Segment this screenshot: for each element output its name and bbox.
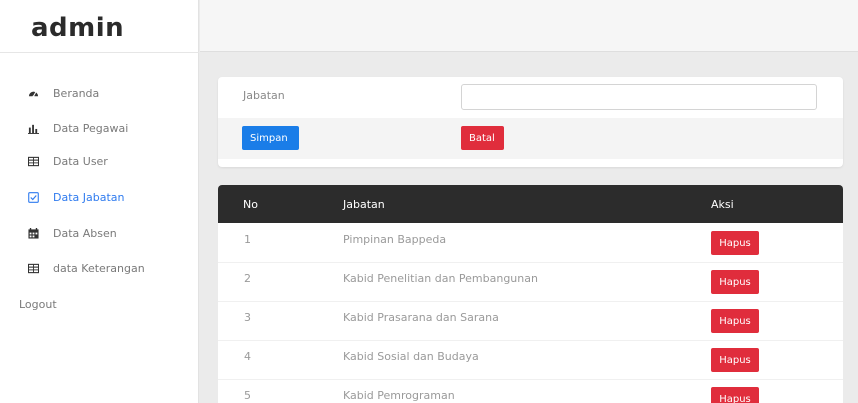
table-row: 4 Kabid Sosial dan Budaya Hapus (218, 340, 843, 380)
jabatan-table: No Jabatan Aksi 1 Pimpinan Bappeda Hapus… (218, 185, 843, 403)
divider (0, 52, 199, 53)
cancel-button[interactable]: Batal (461, 126, 504, 150)
jabatan-field-label: Jabatan (243, 89, 285, 102)
sidebar-item-label: Beranda (53, 86, 100, 100)
row-number: 2 (244, 272, 251, 285)
table-row: 1 Pimpinan Bappeda Hapus (218, 223, 843, 263)
sidebar-item-label: Data Jabatan (53, 190, 125, 204)
table-icon (27, 155, 39, 167)
logout-link[interactable]: Logout (0, 292, 199, 316)
row-jabatan: Kabid Penelitian dan Pembangunan (343, 272, 538, 285)
sidebar-item-label: data Keterangan (53, 261, 145, 275)
brand-logo[interactable]: admin (31, 13, 124, 43)
calendar-icon (27, 227, 39, 239)
row-jabatan: Kabid Sosial dan Budaya (343, 350, 479, 363)
form-actions (218, 118, 843, 159)
bar-chart-icon (27, 122, 39, 134)
delete-button[interactable]: Hapus (711, 231, 759, 255)
delete-button[interactable]: Hapus (711, 387, 759, 403)
delete-button[interactable]: Hapus (711, 348, 759, 372)
row-jabatan: Kabid Pemrograman (343, 389, 455, 402)
delete-button[interactable]: Hapus (711, 309, 759, 333)
sidebar: admin Beranda Data Pegawai Data User Dat… (0, 0, 199, 403)
sidebar-item-label: Data Pegawai (53, 121, 129, 135)
row-number: 5 (244, 389, 251, 402)
save-button[interactable]: Simpan (242, 126, 299, 150)
logout-label: Logout (19, 297, 57, 311)
column-header-aksi: Aksi (711, 198, 734, 211)
jabatan-input[interactable] (461, 84, 817, 110)
column-header-no: No (243, 198, 258, 211)
row-number: 3 (244, 311, 251, 324)
sidebar-item-data-pegawai[interactable]: Data Pegawai (0, 116, 199, 140)
row-jabatan: Kabid Prasarana dan Sarana (343, 311, 499, 324)
row-jabatan: Pimpinan Bappeda (343, 233, 447, 246)
sidebar-item-data-jabatan[interactable]: Data Jabatan (0, 185, 199, 209)
sidebar-item-beranda[interactable]: Beranda (0, 81, 199, 105)
dashboard-icon (27, 87, 39, 99)
table-row: 3 Kabid Prasarana dan Sarana Hapus (218, 301, 843, 341)
table-row: 2 Kabid Penelitian dan Pembangunan Hapus (218, 262, 843, 302)
column-header-jabatan: Jabatan (343, 198, 385, 211)
row-number: 1 (244, 233, 251, 246)
top-bar (200, 0, 858, 52)
table-header: No Jabatan Aksi (218, 185, 843, 223)
sidebar-item-label: Data User (53, 154, 108, 168)
sidebar-item-label: Data Absen (53, 226, 117, 240)
sidebar-item-data-user[interactable]: Data User (0, 149, 199, 173)
checkbox-icon (27, 191, 39, 203)
table-row: 5 Kabid Pemrograman Hapus (218, 379, 843, 403)
sidebar-item-data-keterangan[interactable]: data Keterangan (0, 256, 199, 280)
sidebar-item-data-absen[interactable]: Data Absen (0, 221, 199, 245)
row-number: 4 (244, 350, 251, 363)
table-icon (27, 262, 39, 274)
jabatan-form: Jabatan Simpan Batal (218, 77, 843, 167)
delete-button[interactable]: Hapus (711, 270, 759, 294)
